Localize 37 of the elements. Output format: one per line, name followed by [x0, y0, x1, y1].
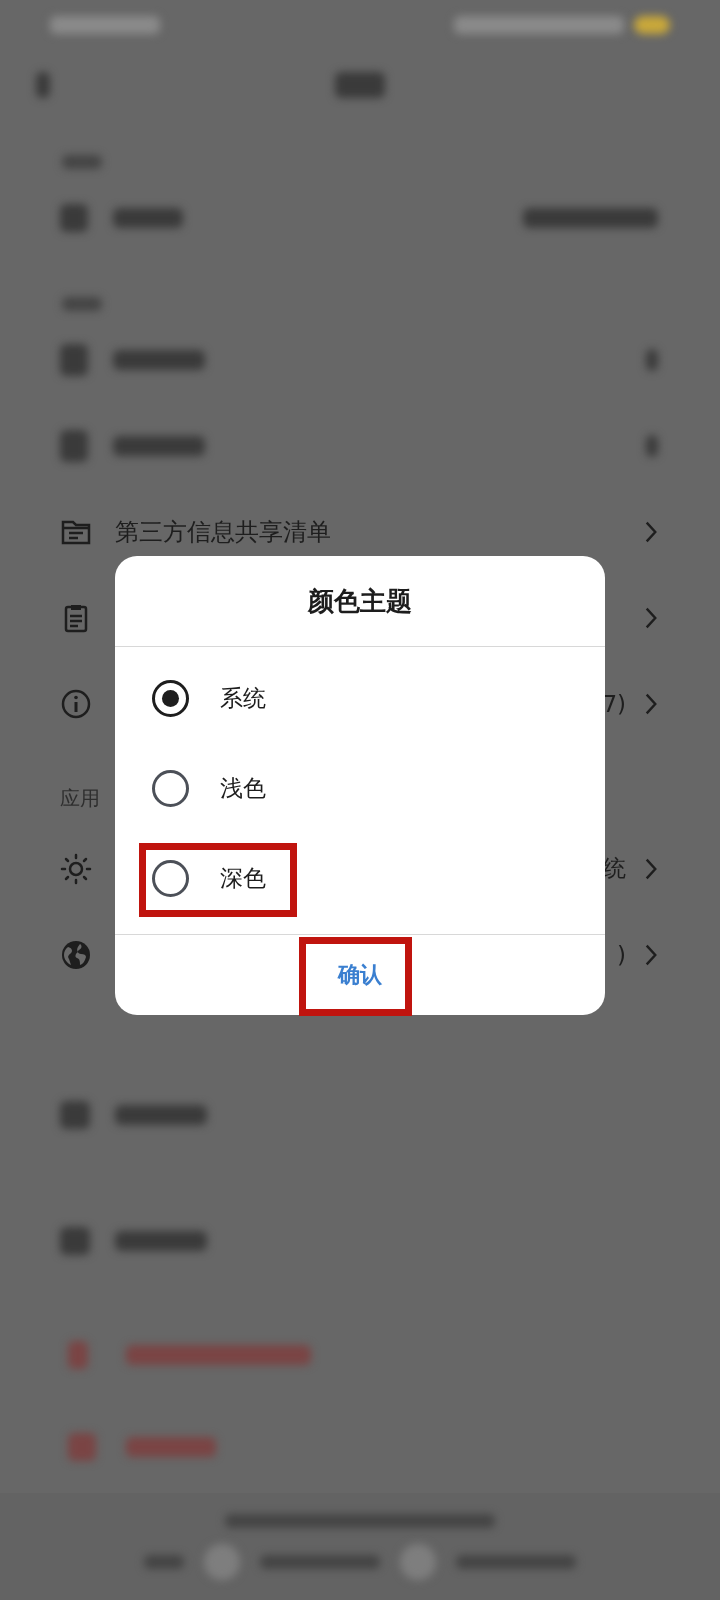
radio-button[interactable]: [152, 859, 189, 897]
radio-button[interactable]: [152, 679, 189, 717]
chevron-right-icon: [644, 942, 658, 967]
theme-option[interactable]: 系统: [115, 653, 605, 743]
theme-option[interactable]: 浅色: [115, 743, 605, 833]
info-icon: [60, 687, 92, 720]
blurred-text: [113, 208, 183, 228]
blurred-icon: [646, 434, 658, 457]
chevron-right-icon: [644, 691, 658, 716]
blurred-icon: [204, 1543, 240, 1580]
blurred-icon: [60, 1226, 90, 1255]
confirm-button[interactable]: 确认: [326, 954, 394, 996]
globe-icon: [60, 938, 92, 971]
blurred-icon: [60, 343, 88, 376]
row-value: 7): [602, 690, 626, 717]
chevron-right-icon: [644, 605, 658, 630]
blurred-icon: [646, 348, 658, 371]
section-label: 应用: [60, 784, 100, 812]
theme-option[interactable]: 深色: [115, 833, 605, 923]
blurred-text: [144, 1554, 184, 1569]
row-value: ): [617, 941, 626, 968]
radio-button[interactable]: [152, 769, 189, 807]
blurred-icon: [60, 1100, 90, 1129]
blurred-icon: [60, 429, 88, 462]
blurred-icon: [60, 204, 88, 232]
battery-icon: [634, 16, 670, 35]
blurred-icon: [68, 1341, 88, 1370]
row-label: 第三方信息共享清单: [115, 516, 331, 548]
blurred-text: [62, 296, 102, 311]
dialog-title: 颜色主题: [115, 556, 605, 647]
blurred-icon: [400, 1543, 436, 1580]
sun-icon: [60, 852, 92, 885]
blurred-text: [335, 71, 385, 98]
blurred-text: [62, 155, 102, 169]
chevron-right-icon: [644, 856, 658, 881]
blurred-icon: [68, 1433, 96, 1462]
chevron-right-icon: [644, 519, 658, 544]
